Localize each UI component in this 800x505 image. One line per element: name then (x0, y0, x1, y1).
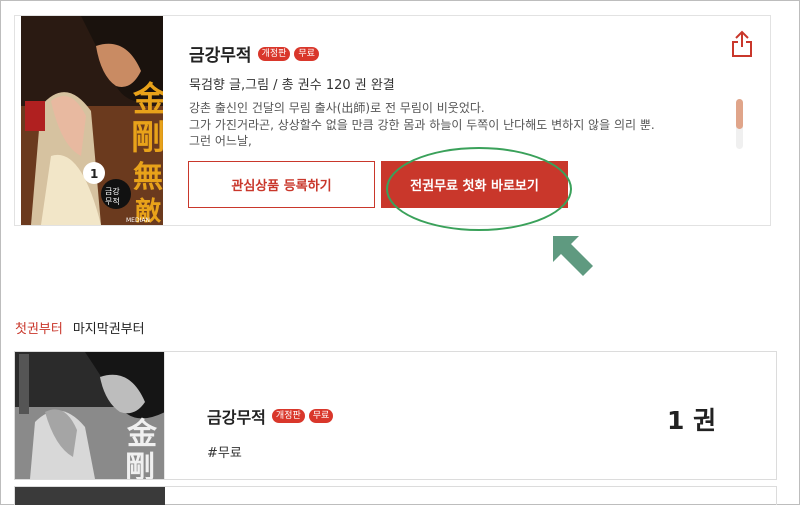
badge-revised: 개정판 (257, 46, 291, 61)
product-meta: 묵검향 글,그림 / 총 권수 120 권 완결 (189, 78, 395, 93)
highlight-oval (386, 147, 572, 231)
product-description: 강촌 출신인 건달의 무림 출사(出師)로 전 무림이 비웃었다. 그가 가진거… (189, 100, 709, 150)
book-cover[interactable]: 金 剛 無 敵 1 금강 무적 MEDIAN (21, 16, 163, 225)
description-line: 그런 어느날, (189, 134, 252, 148)
svg-text:金: 金 (126, 417, 158, 452)
scrollbar-thumb[interactable] (736, 99, 743, 129)
volume-title-row: 금강무적 개정판 무료 (207, 404, 334, 428)
volume-list-item[interactable] (14, 486, 777, 505)
add-wishlist-button[interactable]: 관심상품 등록하기 (188, 161, 375, 208)
svg-text:剛: 剛 (131, 118, 163, 158)
share-icon[interactable] (731, 30, 753, 58)
tab-first-volume[interactable]: 첫권부터 (15, 318, 63, 337)
badge-revised: 개정판 (271, 409, 305, 423)
description-line: 강촌 출신인 건달의 무림 출사(出師)로 전 무림이 비웃었다. (189, 101, 485, 115)
tab-last-volume[interactable]: 마지막권부터 (73, 318, 145, 337)
volume-title[interactable]: 금강무적 (207, 404, 266, 428)
product-title[interactable]: 금강무적 (189, 41, 252, 66)
description-scrollbar[interactable] (736, 99, 743, 149)
volume-list-item[interactable]: 金 剛 금강무적 개정판 무료 #무료 1 권 (14, 351, 777, 480)
badge-free: 무료 (294, 46, 319, 61)
volume-number: 1 권 (667, 406, 717, 435)
volume-tag: #무료 (207, 446, 242, 461)
badge-free: 무료 (308, 409, 334, 423)
svg-text:금강: 금강 (105, 186, 120, 196)
pointer-arrow-icon (549, 232, 597, 280)
cover-volume-number: 1 (90, 167, 98, 181)
product-title-row: 금강무적 개정판 무료 (189, 41, 319, 66)
sort-tabs: 첫권부터 마지막권부터 (15, 318, 145, 337)
description-line: 그가 가진거라곤, 상상할수 없을 만큼 강한 몸과 하늘이 두쪽이 난다해도 … (189, 117, 655, 132)
cover-publisher: MEDIAN (126, 217, 150, 224)
volume-cover[interactable] (15, 487, 165, 505)
svg-text:剛: 剛 (125, 450, 155, 479)
volume-cover[interactable]: 金 剛 (15, 352, 165, 479)
svg-text:金: 金 (132, 80, 163, 120)
svg-text:無: 無 (133, 160, 163, 195)
svg-text:무적: 무적 (105, 196, 120, 206)
